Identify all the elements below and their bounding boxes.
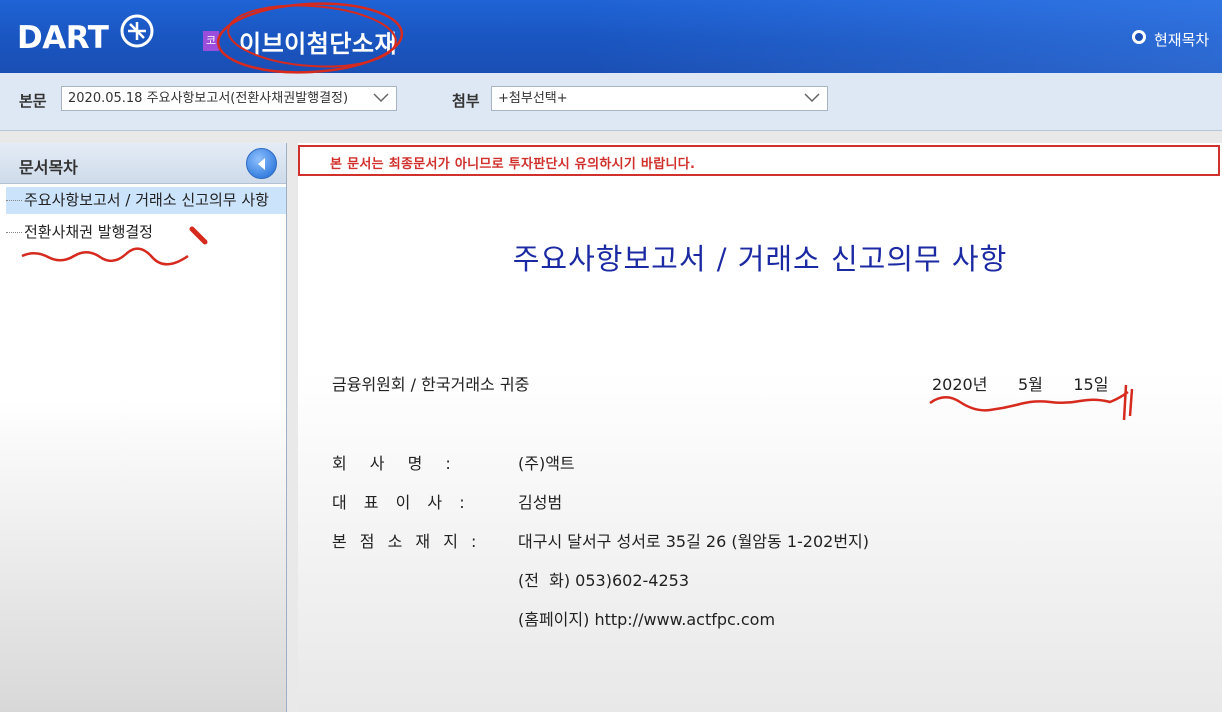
row-label: 본 점 소 재 지 : [332, 532, 481, 551]
document-select-bar: 본문 2020.05.18 주요사항보고서(전환사채권발행결정) 첨부 +첨부선… [0, 73, 1222, 131]
toc-item-label: 주요사항보고서 / 거래소 신고의무 사항 [24, 191, 269, 209]
homepage-link[interactable]: (홈페이지) http://www.actfpc.com [518, 606, 775, 630]
tree-connector [6, 200, 22, 201]
corp-type-badge: 코 [203, 31, 219, 51]
addressee: 금융위원회 / 한국거래소 귀중 [332, 375, 530, 394]
chevron-down-icon [373, 93, 389, 103]
toc-item-report[interactable]: 주요사항보고서 / 거래소 신고의무 사항 [6, 187, 286, 214]
toc-title: 문서목차 [19, 158, 78, 177]
toc-item-cb-issuance[interactable]: 전환사채권 발행결정 [6, 220, 153, 244]
current-toc-link[interactable]: 현재목차 [1154, 29, 1209, 50]
tree-connector [6, 232, 22, 233]
document-viewer: 본 문서는 최종문서가 아니므로 투자판단시 유의하시기 바랍니다. 주요사항보… [298, 143, 1222, 712]
main-doc-label: 본문 [19, 92, 47, 110]
attachment-select-value: +첨부선택+ [498, 91, 568, 106]
attachment-label: 첨부 [452, 92, 480, 110]
main-doc-select[interactable]: 2020.05.18 주요사항보고서(전환사채권발행결정) [61, 86, 397, 111]
ceo-name-value: 김성범 [518, 493, 563, 512]
collapse-panel-button[interactable] [246, 148, 277, 179]
toc-panel: 문서목차 주요사항보고서 / 거래소 신고의무 사항 전환사채권 발행결정 [0, 143, 287, 712]
company-name: 이브이첨단소재 [239, 30, 398, 58]
phone-value: (전 화) 053)602-4253 [518, 571, 689, 590]
draft-warning-banner: 본 문서는 최종문서가 아니므로 투자판단시 유의하시기 바랍니다. [298, 145, 1220, 176]
chevron-down-icon [804, 93, 820, 103]
company-name-value: (주)액트 [518, 454, 575, 473]
report-date: 2020년 5월 15일 [932, 375, 1109, 394]
toc-header: 문서목차 [0, 143, 286, 184]
address-value: 대구시 달서구 성서로 35길 26 (월암동 1-202번지) [518, 532, 870, 551]
top-header: DART 코 이브이첨단소재 현재목차 [0, 0, 1222, 73]
row-label: 회 사 명 : [332, 454, 460, 473]
chevron-left-icon [258, 158, 265, 170]
toc-item-label: 전환사채권 발행결정 [24, 223, 153, 241]
draft-warning-text: 본 문서는 최종문서가 아니므로 투자판단시 유의하시기 바랍니다. [330, 157, 696, 172]
document-title: 주요사항보고서 / 거래소 신고의무 사항 [512, 242, 1008, 276]
dart-logo-mark-icon [120, 14, 154, 48]
current-toc-radio-icon[interactable] [1132, 30, 1146, 44]
row-label: 대 표 이 사 : [332, 493, 471, 512]
header-shade [582, 0, 1222, 73]
main-doc-select-value: 2020.05.18 주요사항보고서(전환사채권발행결정) [68, 91, 349, 106]
attachment-select[interactable]: +첨부선택+ [491, 86, 828, 111]
dart-logo[interactable]: DART [17, 20, 109, 56]
